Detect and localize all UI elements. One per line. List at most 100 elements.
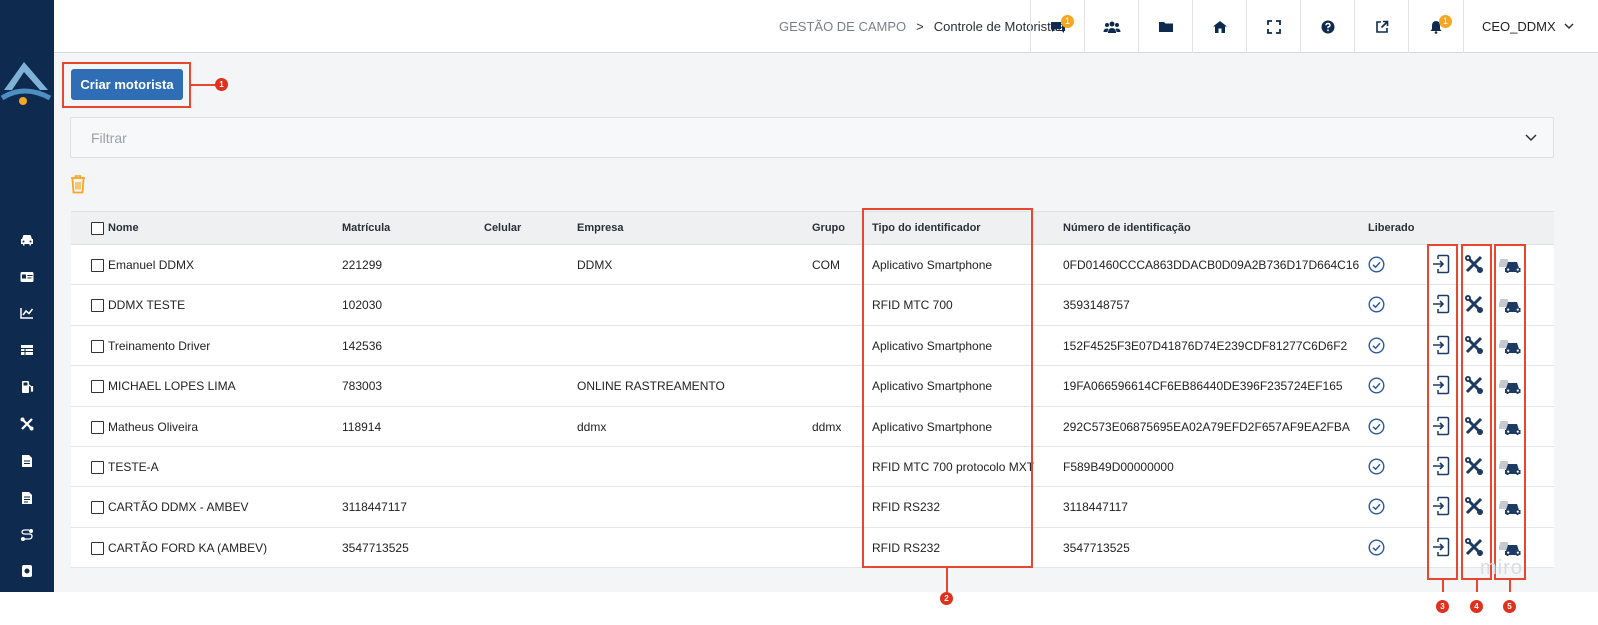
users-button[interactable] [1084, 0, 1138, 53]
table-row[interactable]: Treinamento Driver 142536 Aplicativo Smart… [71, 325, 1554, 367]
create-driver-button[interactable]: Criar motorista [71, 69, 183, 100]
liberado-check-icon[interactable] [1368, 498, 1385, 520]
table-row[interactable]: Matheus Oliveira 118914 ddmx ddmx Aplicativo… [71, 406, 1554, 447]
liberado-check-icon[interactable] [1368, 539, 1385, 561]
cell-numero: 3118447117 [1063, 500, 1128, 515]
tools-icon[interactable] [1464, 496, 1484, 521]
cell-tipo: Aplicativo Smartphone [872, 379, 993, 394]
table-row[interactable]: DDMX TESTE 102030 RFID MTC 700 3593148757 [71, 285, 1554, 326]
nav-vehicles-icon[interactable] [0, 225, 54, 255]
cell-matricula: 118914 [342, 419, 382, 434]
tools-icon[interactable] [1464, 416, 1484, 441]
chat-button[interactable]: 1 [1030, 0, 1084, 53]
nav-security-icon[interactable] [0, 556, 54, 586]
row-checkbox[interactable] [91, 259, 104, 272]
nav-report-icon[interactable] [0, 483, 54, 513]
col-matricula[interactable]: Matrícula [342, 222, 390, 234]
cell-numero: 0FD01460CCCA863DDACB0D09A2B736D17D664C16 [1063, 258, 1360, 272]
user-name: CEO_DDMX [1482, 19, 1556, 34]
table-row[interactable]: TESTE-A RFID MTC 700 protocolo MXT F589B49… [71, 446, 1554, 488]
col-empresa[interactable]: Empresa [577, 222, 623, 234]
liberado-check-icon[interactable] [1368, 377, 1385, 399]
annotation-marker-4: 4 [1470, 600, 1483, 613]
cell-tipo: RFID MTC 700 [872, 298, 953, 313]
vehicles-icon[interactable] [1498, 497, 1522, 520]
nav-document-icon[interactable] [0, 446, 54, 476]
liberado-check-icon[interactable] [1368, 256, 1385, 278]
table-row[interactable]: Emanuel DDMX 221299 DDMX COM Aplicativo Smar… [71, 245, 1554, 286]
table-row[interactable]: CARTÃO DDMX - AMBEV 3118447117 RFID RS232 3… [71, 487, 1554, 528]
login-icon[interactable] [1432, 416, 1450, 441]
cell-nome: CARTÃO DDMX - AMBEV [108, 500, 249, 515]
tools-icon[interactable] [1464, 294, 1484, 319]
breadcrumb: GESTÃO DE CAMPO > Controle de Motoristas [779, 0, 1065, 53]
liberado-check-icon[interactable] [1368, 418, 1385, 440]
breadcrumb-separator: > [916, 19, 924, 34]
tools-icon[interactable] [1464, 335, 1484, 360]
col-liberado[interactable]: Liberado [1368, 222, 1414, 234]
cell-numero: 19FA066596614CF6EB86440DE396F235724EF165 [1063, 379, 1343, 394]
login-icon[interactable] [1432, 496, 1450, 521]
row-checkbox[interactable] [91, 460, 104, 474]
col-nome[interactable]: Nome [108, 222, 139, 234]
cell-numero: F589B49D00000000 [1063, 459, 1174, 474]
cell-matricula: 142536 [342, 338, 383, 353]
filter-dropdown[interactable]: Filtrar [70, 117, 1554, 158]
login-icon[interactable] [1432, 537, 1450, 562]
col-celular[interactable]: Celular [484, 222, 521, 234]
user-menu[interactable]: CEO_DDMX [1463, 0, 1598, 53]
tools-icon[interactable] [1464, 254, 1484, 279]
liberado-check-icon[interactable] [1368, 296, 1385, 318]
cell-tipo: Aplicativo Smartphone [872, 338, 993, 353]
login-icon[interactable] [1432, 375, 1450, 400]
liberado-check-icon[interactable] [1368, 458, 1385, 480]
watermark: miro [1480, 557, 1523, 579]
col-numero-identificacao[interactable]: Número de identificação [1063, 222, 1191, 234]
annotation-line-4 [1476, 580, 1478, 592]
col-grupo[interactable]: Grupo [812, 222, 845, 234]
login-icon[interactable] [1432, 456, 1450, 481]
login-icon[interactable] [1432, 254, 1450, 279]
nav-id-card-icon[interactable] [0, 262, 54, 292]
row-checkbox[interactable] [91, 541, 104, 555]
vehicles-icon[interactable] [1498, 457, 1522, 480]
select-all-checkbox[interactable] [91, 222, 104, 235]
home-button[interactable] [1192, 0, 1246, 53]
table-row[interactable]: CARTÃO FORD KA (AMBEV) 3547713525 RFID RS2… [71, 527, 1554, 569]
liberado-check-icon[interactable] [1368, 337, 1385, 359]
vehicles-icon[interactable] [1498, 417, 1522, 440]
nav-tools-icon[interactable] [0, 409, 54, 439]
table-row[interactable]: MICHAEL LOPES LIMA 783003 ONLINE RASTREAME… [71, 366, 1554, 407]
login-icon[interactable] [1432, 335, 1450, 360]
breadcrumb-parent[interactable]: GESTÃO DE CAMPO [779, 19, 906, 34]
vehicles-icon[interactable] [1498, 255, 1522, 278]
nav-chart-icon[interactable] [0, 298, 54, 328]
col-tipo-identificador[interactable]: Tipo do identificador [872, 222, 981, 234]
nav-route-icon[interactable] [0, 520, 54, 550]
folder-button[interactable] [1138, 0, 1192, 53]
notifications-badge: 1 [1439, 15, 1452, 28]
annotation-line-3 [1442, 580, 1444, 592]
row-checkbox[interactable] [91, 501, 104, 515]
help-button[interactable] [1300, 0, 1354, 53]
row-checkbox[interactable] [91, 420, 104, 434]
external-link-button[interactable] [1354, 0, 1408, 53]
vehicles-icon[interactable] [1498, 376, 1522, 399]
notifications-button[interactable]: 1 [1408, 0, 1462, 53]
cell-grupo: COM [812, 258, 840, 272]
tools-icon[interactable] [1464, 375, 1484, 400]
cell-matricula: 783003 [342, 379, 383, 394]
trash-icon[interactable] [69, 174, 87, 194]
nav-fuel-icon[interactable] [0, 372, 54, 402]
row-checkbox[interactable] [91, 299, 104, 313]
row-checkbox[interactable] [91, 380, 104, 394]
vehicles-icon[interactable] [1498, 295, 1522, 318]
row-checkbox[interactable] [91, 339, 104, 353]
users-icon [1103, 21, 1120, 33]
tools-icon[interactable] [1464, 456, 1484, 481]
nav-table-icon[interactable] [0, 335, 54, 365]
vehicles-icon[interactable] [1498, 336, 1522, 359]
fullscreen-button[interactable] [1246, 0, 1300, 53]
cell-nome: Treinamento Driver [108, 338, 211, 353]
login-icon[interactable] [1432, 294, 1450, 319]
